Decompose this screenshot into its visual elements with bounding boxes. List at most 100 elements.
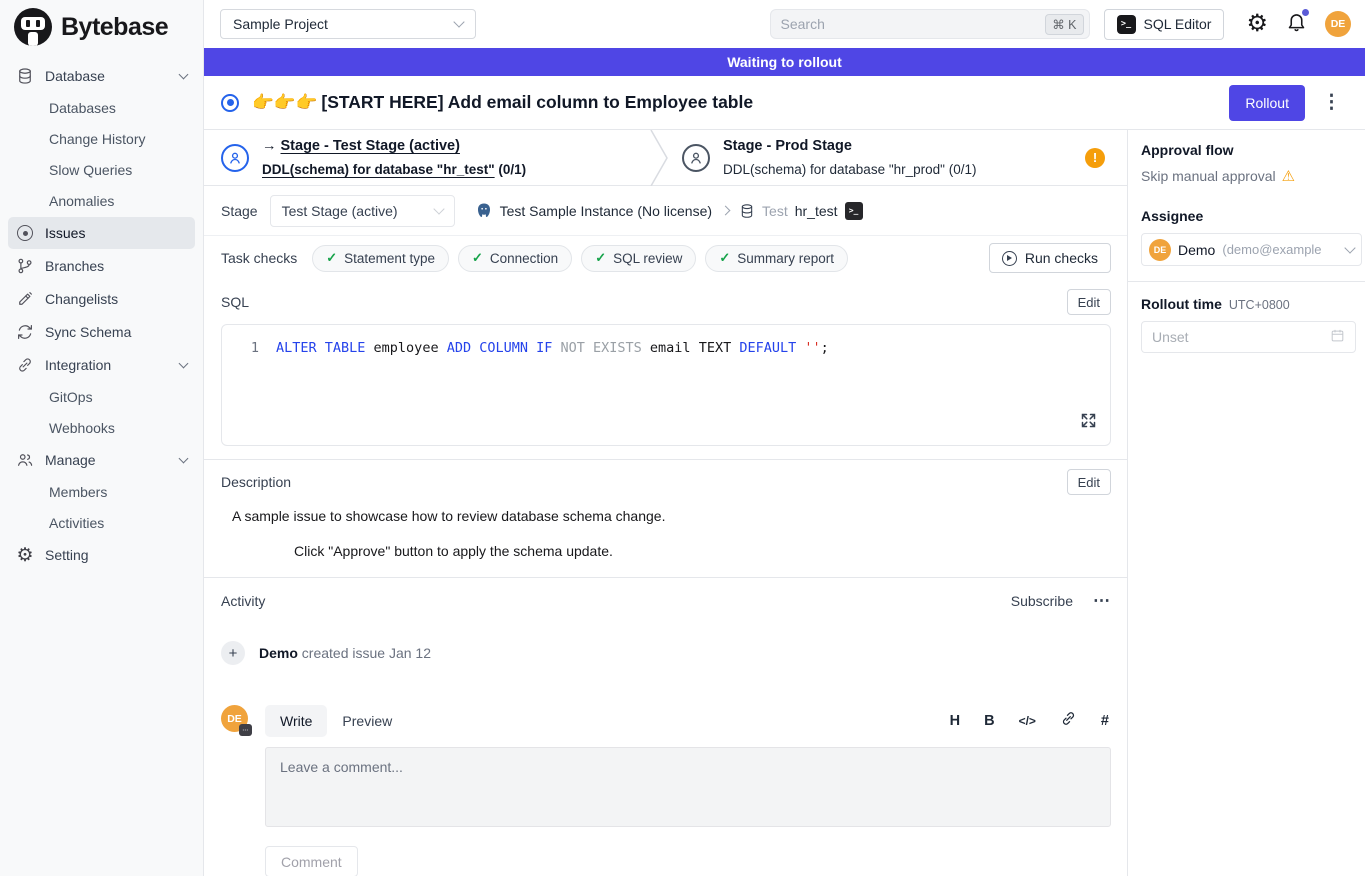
- description-edit-button[interactable]: Edit: [1067, 469, 1111, 495]
- bytebase-logo[interactable]: Bytebase: [0, 0, 203, 52]
- sidebar-item-setting[interactable]: ⚙ Setting: [8, 539, 195, 571]
- hash-icon[interactable]: #: [1101, 713, 1109, 729]
- database-name[interactable]: hr_test: [795, 203, 838, 219]
- bytebase-app: Bytebase Database Databases Change Histo…: [0, 0, 1365, 876]
- assignee-select[interactable]: DE Demo (demo@example: [1141, 233, 1362, 266]
- user-avatar[interactable]: DE: [1325, 11, 1351, 37]
- sidebar-item-label: Activities: [49, 515, 104, 531]
- sidebar-item-issues[interactable]: Issues: [8, 217, 195, 249]
- sidebar-item-webhooks[interactable]: Webhooks: [8, 413, 195, 443]
- sql-editor-button[interactable]: >_ SQL Editor: [1104, 9, 1225, 40]
- sidebar-item-label: Database: [45, 68, 105, 84]
- sidebar-item-gitops[interactable]: GitOps: [8, 382, 195, 412]
- sidebar-item-label: Issues: [45, 225, 85, 241]
- branch-icon: [16, 257, 34, 275]
- sidebar-nav: Database Databases Change History Slow Q…: [0, 52, 203, 571]
- task-checks-row: Task checks ✓Statement type ✓Connection …: [204, 236, 1127, 280]
- sidebar-item-slow-queries[interactable]: Slow Queries: [8, 155, 195, 185]
- issue-header: 👉👉👉[START HERE] Add email column to Empl…: [204, 76, 1365, 130]
- rollout-timezone: UTC+0800: [1229, 298, 1290, 312]
- database-icon: [16, 67, 34, 85]
- rollout-time-input[interactable]: Unset: [1141, 321, 1356, 353]
- sidebar-item-integration[interactable]: Integration: [8, 349, 195, 381]
- heading-icon[interactable]: H: [950, 713, 960, 729]
- sql-code-block[interactable]: 1 ALTER TABLE employee ADD COLUMN IF NOT…: [221, 324, 1111, 446]
- sidebar-item-label: Members: [49, 484, 107, 500]
- sidebar-item-label: Webhooks: [49, 420, 115, 436]
- sql-editor-label: SQL Editor: [1144, 16, 1212, 32]
- instance-name[interactable]: Test Sample Instance (No license): [500, 203, 712, 219]
- code-icon[interactable]: </>: [1019, 714, 1036, 728]
- tab-preview[interactable]: Preview: [342, 713, 392, 729]
- issues-icon: [16, 224, 34, 242]
- stage-test[interactable]: →Stage - Test Stage (active) DDL(schema)…: [204, 134, 648, 180]
- issue-title: 👉👉👉[START HERE] Add email column to Empl…: [252, 92, 753, 113]
- link-icon[interactable]: [1060, 710, 1077, 732]
- subscribe-button[interactable]: Subscribe: [1011, 593, 1073, 609]
- sidebar-item-branches[interactable]: Branches: [8, 250, 195, 282]
- sidebar-item-sync-schema[interactable]: Sync Schema: [8, 316, 195, 348]
- right-panel: Approval flow Skip manual approval ⚠ Ass…: [1128, 130, 1365, 876]
- stage-select[interactable]: Test Stage (active): [270, 195, 455, 227]
- project-selector-value: Sample Project: [233, 16, 328, 32]
- breadcrumb-chevron-icon: [721, 206, 731, 216]
- chevron-down-icon: [433, 203, 444, 214]
- comment-submit-button[interactable]: Comment: [265, 846, 358, 876]
- users-icon: [16, 451, 34, 469]
- bold-icon[interactable]: B: [984, 713, 994, 729]
- stage-warning-icon: !: [1085, 148, 1105, 168]
- sidebar-item-members[interactable]: Members: [8, 477, 195, 507]
- check-passed-icon: ✓: [326, 250, 337, 266]
- description-text: A sample issue to showcase how to review…: [232, 508, 1111, 524]
- activity-section: Activity Subscribe ⋯ + Demo created issu…: [204, 578, 1127, 876]
- rollout-button[interactable]: Rollout: [1229, 85, 1305, 121]
- expand-icon[interactable]: [1080, 412, 1097, 434]
- sidebar-item-anomalies[interactable]: Anomalies: [8, 186, 195, 216]
- assignee-email: (demo@example: [1222, 242, 1339, 257]
- description-section: Description Edit A sample issue to showc…: [204, 460, 1127, 578]
- settings-gear-icon[interactable]: ⚙: [1246, 12, 1268, 36]
- notifications-bell-icon[interactable]: [1286, 11, 1307, 37]
- more-vertical-icon[interactable]: ⋮: [1322, 93, 1341, 112]
- sidebar-item-manage[interactable]: Manage: [8, 444, 195, 476]
- sidebar-item-label: Integration: [45, 357, 111, 373]
- stage-label: Stage: [221, 203, 258, 219]
- check-summary-report[interactable]: ✓Summary report: [705, 245, 848, 272]
- search-input[interactable]: Search ⌘ K: [770, 9, 1090, 39]
- sidebar-item-databases[interactable]: Databases: [8, 93, 195, 123]
- check-sql-review[interactable]: ✓SQL review: [581, 245, 696, 272]
- sidebar-item-label: GitOps: [49, 389, 93, 405]
- more-horizontal-icon[interactable]: ⋯: [1093, 591, 1111, 611]
- sql-edit-button[interactable]: Edit: [1067, 289, 1111, 315]
- approval-flow-value: Skip manual approval ⚠: [1141, 167, 1365, 185]
- changelist-icon: [16, 290, 34, 308]
- open-sql-editor-icon[interactable]: >_: [845, 202, 863, 220]
- commenter-avatar: DE ⋯: [221, 705, 248, 732]
- sidebar-item-activities[interactable]: Activities: [8, 508, 195, 538]
- sync-icon: [16, 323, 34, 341]
- sidebar-item-changelists[interactable]: Changelists: [8, 283, 195, 315]
- sql-statement: ALTER TABLE employee ADD COLUMN IF NOT E…: [276, 338, 829, 358]
- check-passed-icon: ✓: [719, 250, 730, 266]
- approver-icon: [682, 144, 710, 172]
- stage-task: DDL(schema) for database "hr_test" (0/1): [262, 162, 526, 177]
- run-checks-button[interactable]: Run checks: [989, 243, 1111, 273]
- description-label: Description: [221, 474, 291, 490]
- stage-select-value: Test Stage (active): [282, 203, 398, 219]
- comment-editor: DE ⋯ Write Preview H B </> #: [221, 705, 1111, 876]
- sidebar-item-change-history[interactable]: Change History: [8, 124, 195, 154]
- search-shortcut-badge: ⌘ K: [1045, 14, 1083, 35]
- sidebar-item-database[interactable]: Database: [8, 60, 195, 92]
- approval-flow-label: Approval flow: [1141, 142, 1365, 158]
- chevron-down-icon: [453, 16, 464, 27]
- project-selector[interactable]: Sample Project: [220, 9, 476, 39]
- chevron-down-icon: [179, 70, 189, 80]
- stage-prod[interactable]: Stage - Prod Stage DDL(schema) for datab…: [670, 134, 1127, 180]
- check-connection[interactable]: ✓Connection: [458, 245, 572, 272]
- pointing-finger-emoji: 👉👉👉: [252, 92, 317, 112]
- comment-textarea[interactable]: Leave a comment...: [265, 747, 1111, 827]
- sql-section: SQL Edit 1 ALTER TABLE employee ADD COLU…: [204, 280, 1127, 460]
- comment-bubble-icon: ⋯: [239, 724, 252, 736]
- tab-write[interactable]: Write: [265, 705, 327, 737]
- check-statement-type[interactable]: ✓Statement type: [312, 245, 449, 272]
